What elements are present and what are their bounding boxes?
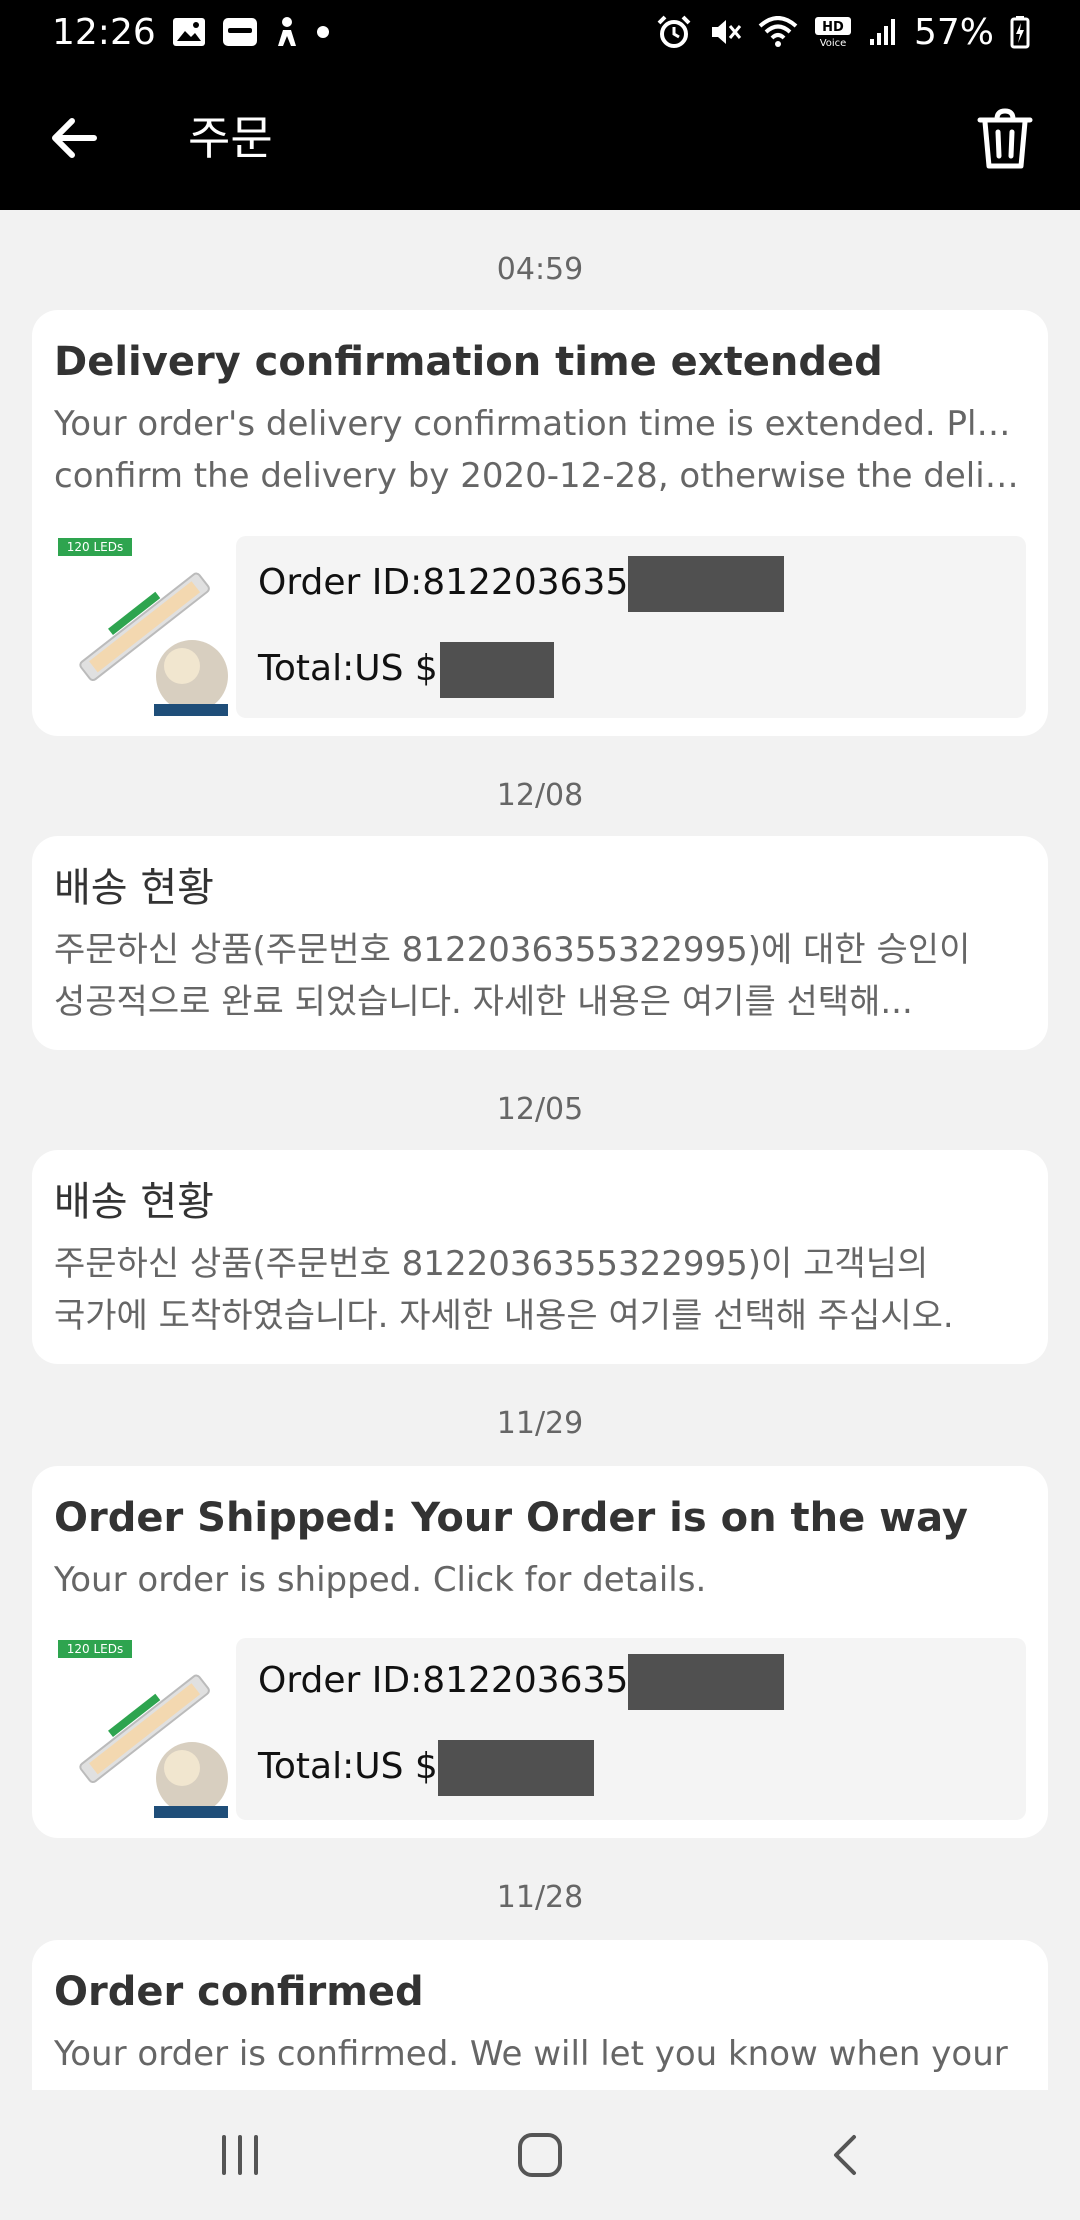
timestamp: 11/28 xyxy=(496,1880,584,1915)
timestamp: 12/08 xyxy=(496,778,584,813)
redacted-block xyxy=(437,1740,594,1796)
notification-card[interactable]: Delivery confirmation time extended Your… xyxy=(32,310,1048,736)
accessibility-icon xyxy=(274,16,300,48)
card-body: Your order is shipped. Click for details… xyxy=(54,1554,1026,1606)
card-body-line: 성공적으로 완료 되었습니다. 자세한 내용은 여기를 선택해... xyxy=(54,982,913,1022)
notification-card[interactable]: 배송 현황 주문하신 상품(주문번호 8122036355322995)이 고객… xyxy=(32,1150,1048,1364)
redacted-block xyxy=(628,1654,785,1710)
back-nav-button[interactable] xyxy=(806,2120,886,2190)
card-body: 주문하신 상품(주문번호 8122036355322995)이 고객님의 국가에… xyxy=(54,1238,1026,1342)
notification-card[interactable]: 배송 현황 주문하신 상품(주문번호 8122036355322995)에 대한… xyxy=(32,836,1048,1050)
product-thumbnail: 120 LEDs xyxy=(54,536,228,718)
card-body: 주문하신 상품(주문번호 8122036355322995)에 대한 승인이 성… xyxy=(54,924,1026,1028)
chevron-left-icon xyxy=(834,2135,856,2175)
card-title: Delivery confirmation time extended xyxy=(54,339,883,385)
redacted-block xyxy=(439,642,554,698)
order-id-value: 812203635 xyxy=(422,562,629,603)
card-body-line: 국가에 도착하였습니다. 자세한 내용은 여기를 선택해 주십시오. xyxy=(54,1296,954,1336)
order-id-label: Order ID: xyxy=(258,562,423,603)
product-thumbnail: 120 LEDs xyxy=(54,1638,228,1820)
delete-button[interactable] xyxy=(970,104,1040,174)
system-nav-bar xyxy=(0,2090,1080,2220)
mute-icon xyxy=(708,15,742,49)
total-value: US $ xyxy=(354,1746,438,1787)
card-body-line: Your order is shipped. Click for details… xyxy=(54,1560,707,1600)
wifi-icon xyxy=(758,16,798,48)
card-title: 배송 현황 xyxy=(54,1179,214,1225)
alarm-icon xyxy=(656,15,692,49)
home-icon xyxy=(518,2133,562,2177)
status-time: 12:26 xyxy=(52,11,156,53)
total-row: Total:US $ xyxy=(258,1740,594,1796)
order-id-row: Order ID:812203635 xyxy=(258,556,785,612)
notification-card[interactable]: Order confirmed Your order is confirmed.… xyxy=(32,1940,1048,2090)
order-info: Order ID:812203635 Total:US $ xyxy=(236,536,1026,718)
svg-text:Voice: Voice xyxy=(820,38,847,48)
total-row: Total:US $ xyxy=(258,642,554,698)
card-body-line: Your order is confirmed. We will let you… xyxy=(54,2034,1008,2074)
product-summary[interactable]: 120 LEDs Order ID:812203635 Total:US $ xyxy=(54,1638,1026,1820)
svg-text:HD: HD xyxy=(822,20,844,35)
redacted-block xyxy=(628,556,785,612)
card-title: 배송 현황 xyxy=(54,865,214,911)
product-badge: 120 LEDs xyxy=(67,540,123,554)
total-label: Total: xyxy=(258,1746,355,1787)
battery-charging-icon xyxy=(1010,15,1030,49)
home-button[interactable] xyxy=(500,2120,580,2190)
app-notification-icon xyxy=(222,16,258,48)
order-id-row: Order ID:812203635 xyxy=(258,1654,785,1710)
more-notifications-dot-icon xyxy=(316,25,330,39)
status-bar: 12:26 HD Voice 57% xyxy=(0,0,1080,64)
card-body-line: Your order's delivery confirmation time … xyxy=(54,404,1026,444)
product-badge: 120 LEDs xyxy=(67,1642,123,1656)
card-body-line: 주문하신 상품(주문번호 8122036355322995)에 대한 승인이 xyxy=(54,930,971,970)
card-body-line: confirm the delivery by 2020-12-28, othe… xyxy=(54,456,1026,496)
arrow-left-icon xyxy=(52,118,97,158)
app-bar: 주문 xyxy=(0,64,1080,210)
total-value: US $ xyxy=(354,648,438,689)
signal-icon xyxy=(868,17,898,47)
trash-icon xyxy=(977,108,1033,169)
battery-percent: 57% xyxy=(913,11,994,53)
timestamp: 11/29 xyxy=(496,1406,584,1441)
recent-apps-icon xyxy=(222,2135,258,2175)
hd-voice-icon: HD Voice xyxy=(814,16,852,48)
card-title: Order confirmed xyxy=(54,1969,424,2015)
order-info: Order ID:812203635 Total:US $ xyxy=(236,1638,1026,1820)
gallery-icon xyxy=(172,17,206,47)
timestamp: 04:59 xyxy=(496,252,584,287)
card-title: Order Shipped: Your Order is on the way xyxy=(54,1495,968,1541)
back-button[interactable] xyxy=(44,108,104,168)
card-body: Your order's delivery confirmation time … xyxy=(54,398,1026,502)
order-id-value: 812203635 xyxy=(422,1660,629,1701)
notification-card[interactable]: Order Shipped: Your Order is on the way … xyxy=(32,1466,1048,1838)
timestamp: 12/05 xyxy=(496,1092,584,1127)
notification-feed[interactable]: 04:59 Delivery confirmation time extende… xyxy=(0,210,1080,2090)
product-summary[interactable]: 120 LEDs Order ID:812203635 Total:US $ xyxy=(54,536,1026,718)
card-body: Your order is confirmed. We will let you… xyxy=(54,2028,1026,2080)
total-label: Total: xyxy=(258,648,355,689)
page-title: 주문 xyxy=(188,111,273,165)
recent-apps-button[interactable] xyxy=(200,2120,280,2190)
card-body-line: 주문하신 상품(주문번호 8122036355322995)이 고객님의 xyxy=(54,1244,929,1284)
order-id-label: Order ID: xyxy=(258,1660,423,1701)
